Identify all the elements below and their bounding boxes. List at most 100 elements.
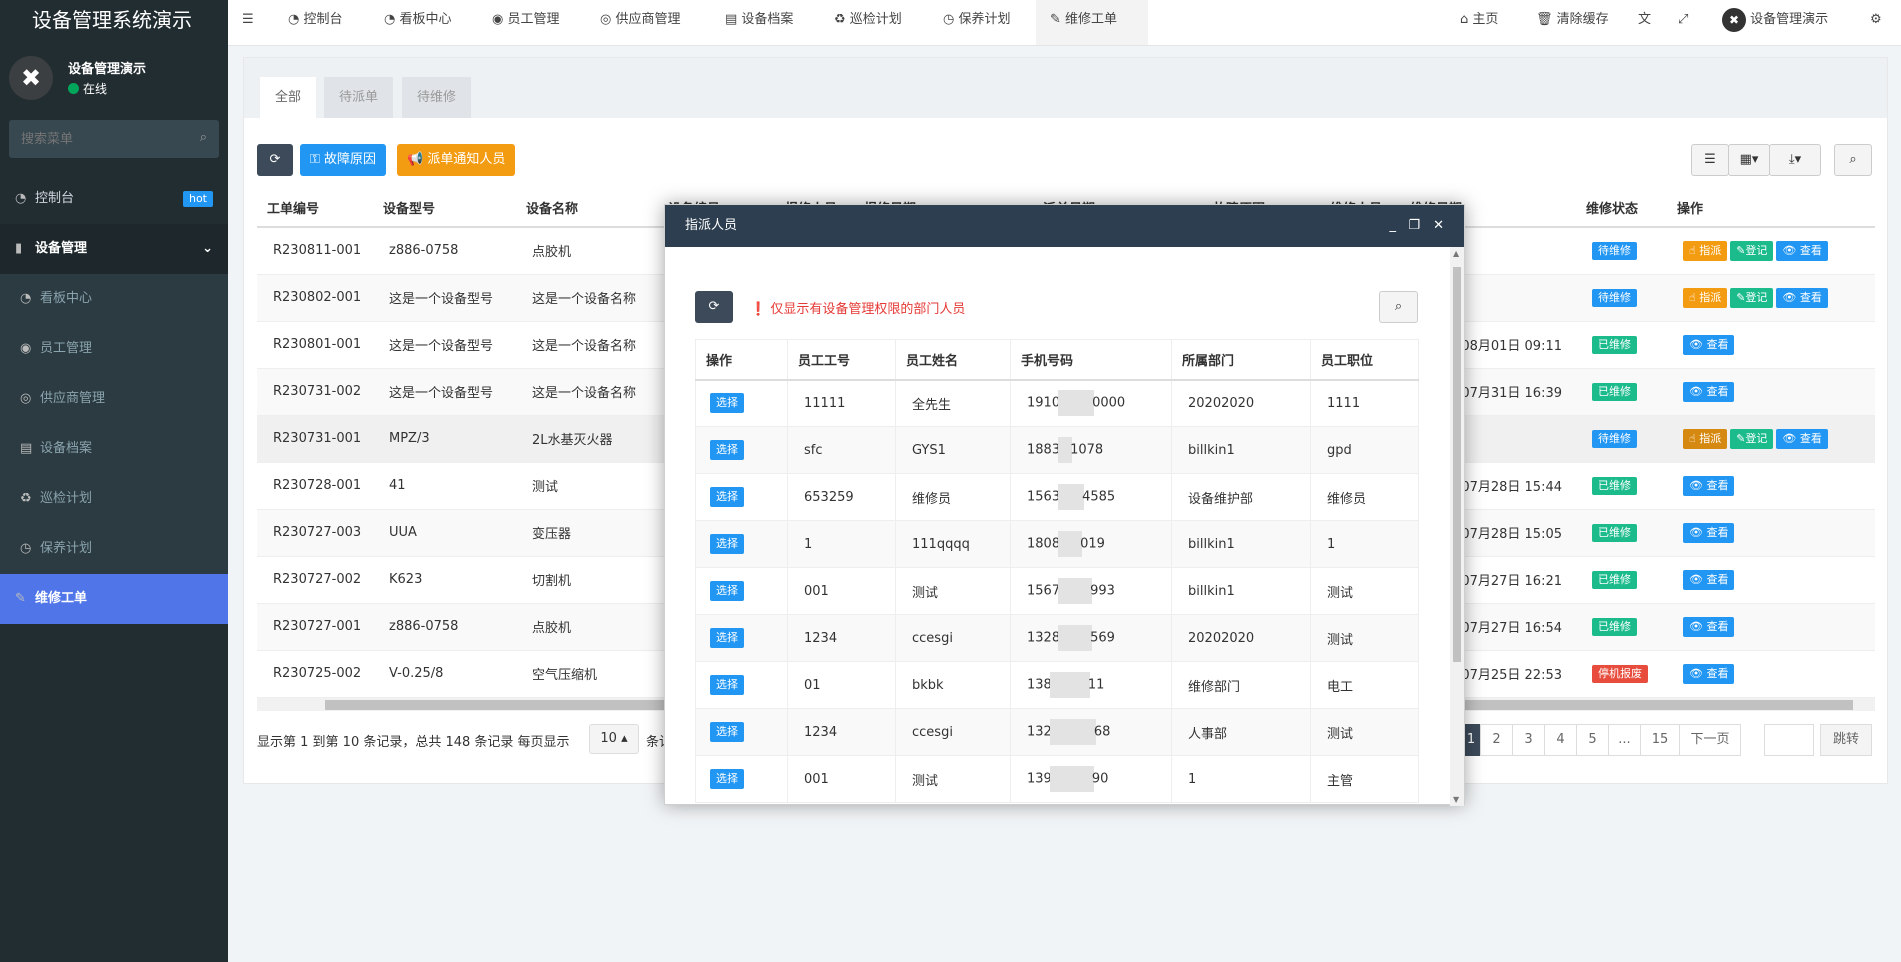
select-button[interactable]: 选择 xyxy=(710,581,744,601)
brand-title[interactable]: 设备管理系统演示 xyxy=(0,0,228,46)
topnav-supplier[interactable]: ◎ 供应商管理 xyxy=(600,0,681,45)
view-button[interactable]: 👁 查看 xyxy=(1683,334,1735,355)
topnav-staff[interactable]: ◉ 员工管理 xyxy=(492,0,560,45)
select-button[interactable]: 选择 xyxy=(710,534,744,554)
dashboard-icon: ◔ xyxy=(20,291,32,306)
menu-search-input[interactable] xyxy=(9,120,219,158)
table-row: 选择 1 111qqqq 1808 019 billkin1 1 xyxy=(695,520,1419,568)
tab-all[interactable]: 全部 xyxy=(260,77,317,118)
next-page-button[interactable]: 下一页 xyxy=(1679,724,1741,756)
view-button[interactable]: 👁 查看 xyxy=(1776,428,1828,449)
col-phone[interactable]: 手机号码 xyxy=(1010,339,1172,381)
tab-pending-repair[interactable]: 待维修 xyxy=(402,77,472,118)
maximize-icon[interactable]: ❐ xyxy=(1408,205,1420,247)
col-staff-name[interactable]: 员工姓名 xyxy=(895,339,1011,381)
col-model[interactable]: 设备型号 xyxy=(373,189,516,228)
status-badge: 待维修 xyxy=(1592,288,1637,307)
fullscreen-icon[interactable]: ⤢ xyxy=(1678,0,1688,45)
toggle-view-button[interactable]: ☰ xyxy=(1691,144,1729,176)
book-icon: ▮ xyxy=(15,241,23,256)
page-15[interactable]: 15 xyxy=(1640,724,1680,756)
select-button[interactable]: 选择 xyxy=(710,769,744,789)
sidebar-item-staff[interactable]: ◉ 员工管理 xyxy=(0,324,228,374)
register-button[interactable]: ✎登记 xyxy=(1730,240,1774,261)
page-2[interactable]: 2 xyxy=(1480,724,1513,756)
cell-status: 已维修 xyxy=(1576,602,1667,650)
scroll-down-icon[interactable]: ▼ xyxy=(1453,795,1459,804)
col-position[interactable]: 员工职位 xyxy=(1310,339,1419,381)
view-button[interactable]: 👁 查看 xyxy=(1683,522,1735,543)
select-button[interactable]: 选择 xyxy=(710,487,744,507)
scroll-up-icon[interactable]: ▲ xyxy=(1453,249,1459,258)
register-button[interactable]: ✎登记 xyxy=(1730,428,1774,449)
notify-button[interactable]: 📢 派单通知人员 xyxy=(397,144,516,176)
topnav-repair-order[interactable]: ✎ 维修工单 xyxy=(1036,0,1148,45)
refresh-button[interactable]: ⟳ xyxy=(257,144,293,176)
export-button[interactable]: ⤓▾ xyxy=(1769,144,1821,176)
view-button[interactable]: 👁 查看 xyxy=(1683,381,1735,402)
translate-icon[interactable]: 文 xyxy=(1638,0,1651,45)
search-button[interactable]: ⌕ xyxy=(1834,144,1872,176)
sidebar-item-repair-order[interactable]: ✎ 维修工单 xyxy=(0,574,228,624)
gear-icon[interactable]: ⚙ xyxy=(1870,0,1882,45)
view-button[interactable]: 👁 查看 xyxy=(1683,616,1735,637)
col-order-no[interactable]: 工单编号 xyxy=(257,189,373,228)
fault-reason-button[interactable]: ⚿ 故障原因 xyxy=(300,144,387,176)
page-size-select[interactable]: 10 ▴ xyxy=(589,724,639,754)
select-button[interactable]: 选择 xyxy=(710,628,744,648)
minimize-icon[interactable]: _ xyxy=(1390,205,1397,247)
scrollbar-thumb[interactable] xyxy=(1453,267,1461,662)
select-button[interactable]: 选择 xyxy=(710,393,744,414)
topnav-maintenance[interactable]: ◷ 保养计划 xyxy=(943,0,1011,45)
cell-status: 已维修 xyxy=(1576,508,1667,556)
view-button[interactable]: 👁 查看 xyxy=(1683,475,1735,496)
sidebar-item-supplier[interactable]: ◎ 供应商管理 xyxy=(0,374,228,424)
clear-cache-link[interactable]: 🗑 清除缓存 xyxy=(1536,0,1609,45)
col-staff-id[interactable]: 员工工号 xyxy=(787,339,896,381)
modal-refresh-button[interactable]: ⟳ xyxy=(695,291,733,323)
sidebar-item-device-management[interactable]: ▮ 设备管理 ⌄ xyxy=(0,224,228,274)
col-department[interactable]: 所属部门 xyxy=(1171,339,1311,381)
hamburger-icon[interactable]: ☰ xyxy=(242,0,254,45)
close-icon[interactable]: ✕ xyxy=(1433,205,1444,247)
jump-button[interactable]: 跳转 xyxy=(1820,724,1872,756)
select-button[interactable]: 选择 xyxy=(710,440,744,460)
jump-page-input[interactable] xyxy=(1764,724,1814,756)
sidebar-item-board[interactable]: ◔ 看板中心 xyxy=(0,274,228,324)
page-4[interactable]: 4 xyxy=(1544,724,1577,756)
topnav-board[interactable]: ◔ 看板中心 xyxy=(384,0,452,45)
user-menu[interactable]: ✖ 设备管理演示 xyxy=(1722,0,1828,45)
dispatch-button[interactable]: ☝ 指派 xyxy=(1683,240,1728,261)
page-3[interactable]: 3 xyxy=(1512,724,1545,756)
topnav-dashboard[interactable]: ◔ 控制台 xyxy=(288,0,343,45)
sidebar-item-dashboard[interactable]: ◔ 控制台 hot xyxy=(0,174,228,224)
dispatch-button[interactable]: ☝ 指派 xyxy=(1683,428,1728,449)
sidebar-item-maintenance[interactable]: ◷ 保养计划 xyxy=(0,524,228,574)
modal-vertical-scrollbar[interactable]: ▲ ▼ xyxy=(1450,247,1464,806)
view-button[interactable]: 👁 查看 xyxy=(1776,287,1828,308)
modal-search-button[interactable]: ⌕ xyxy=(1379,291,1418,323)
select-button[interactable]: 选择 xyxy=(710,722,744,742)
cell-staff-id: 1 xyxy=(787,520,896,568)
view-button[interactable]: 👁 查看 xyxy=(1683,569,1735,590)
sidebar-item-inspection[interactable]: ♻ 巡检计划 xyxy=(0,474,228,524)
select-button[interactable]: 选择 xyxy=(710,675,744,695)
topnav-archive[interactable]: ▤ 设备档案 xyxy=(725,0,793,45)
status-tabs: 全部 待派单 待维修 xyxy=(244,58,1887,118)
search-icon[interactable]: ⌕ xyxy=(200,130,207,145)
home-link[interactable]: ⌂ 主页 xyxy=(1460,0,1498,45)
col-status[interactable]: 维修状态 xyxy=(1576,189,1667,228)
page-5[interactable]: 5 xyxy=(1576,724,1609,756)
view-button[interactable]: 👁 查看 xyxy=(1683,663,1735,684)
tab-pending-dispatch[interactable]: 待派单 xyxy=(324,77,394,118)
cell-department: billkin1 xyxy=(1171,520,1311,568)
topnav-inspection[interactable]: ♻ 巡检计划 xyxy=(834,0,902,45)
columns-button[interactable]: ▦▾ xyxy=(1728,144,1770,176)
col-name[interactable]: 设备名称 xyxy=(516,189,658,228)
table-row: 选择 653259 维修员 1563 4585 设备维护部 维修员 xyxy=(695,473,1419,521)
sidebar-item-archive[interactable]: ▤ 设备档案 xyxy=(0,424,228,474)
dashboard-icon: ◔ xyxy=(384,12,400,27)
view-button[interactable]: 👁 查看 xyxy=(1776,240,1828,261)
dispatch-button[interactable]: ☝ 指派 xyxy=(1683,287,1728,308)
register-button[interactable]: ✎登记 xyxy=(1730,287,1774,308)
